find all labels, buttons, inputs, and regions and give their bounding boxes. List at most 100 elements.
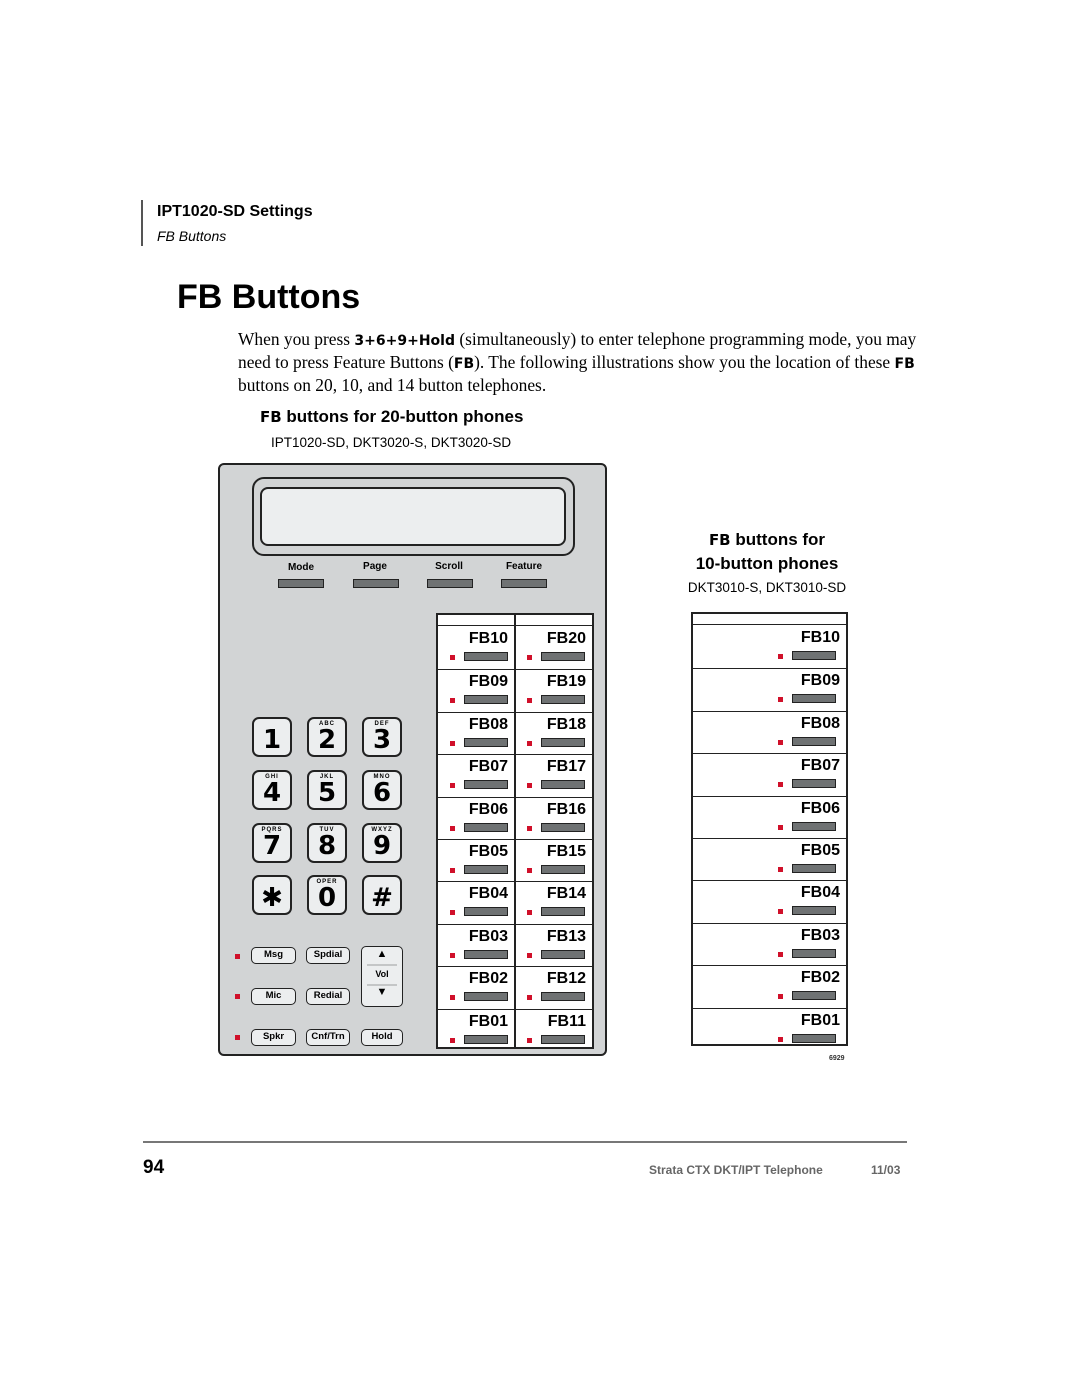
fb-button[interactable] xyxy=(464,780,508,790)
keypad-key[interactable]: PQRS 7 xyxy=(252,823,292,863)
soft-key-page[interactable] xyxy=(353,579,399,588)
fb-cell: FB01 xyxy=(438,1008,514,1051)
fb-led-icon xyxy=(778,654,783,659)
key-sequence: 3+6+9+Hold xyxy=(354,333,455,349)
fb-button[interactable] xyxy=(541,652,585,661)
keypad-key[interactable]: TUV 8 xyxy=(307,823,347,863)
fb-button[interactable] xyxy=(792,864,836,873)
fb-cell: FB16 xyxy=(516,796,592,839)
fb-button[interactable] xyxy=(464,992,508,1002)
fb-cell: FB17 xyxy=(516,754,592,796)
fb-label: FB08 xyxy=(800,714,840,732)
fb-cell: FB08 xyxy=(693,710,846,753)
keypad-key[interactable]: # xyxy=(362,875,402,915)
fb-cell: FB04 xyxy=(693,880,846,922)
keypad-key[interactable]: ABC 2 xyxy=(307,717,347,757)
fb-button[interactable] xyxy=(464,949,508,959)
fb-button[interactable] xyxy=(541,992,585,1002)
fb-led-icon xyxy=(778,951,783,957)
fb-button[interactable] xyxy=(541,737,585,747)
fb-label: FB02 xyxy=(468,970,508,988)
hold-button[interactable]: Hold xyxy=(361,1029,403,1046)
fb-button[interactable] xyxy=(541,949,585,959)
fb-led-icon xyxy=(450,995,455,1001)
fb-cell: FB10 xyxy=(438,627,514,669)
fb-button[interactable] xyxy=(792,1033,836,1043)
keypad-key[interactable]: DEF 3 xyxy=(362,717,402,757)
fb-column: FB10 FB09 FB08 FB07 FB06 FB05 FB04 FB03 FB02 FB01 xyxy=(693,626,846,1044)
redial-button[interactable]: Redial xyxy=(306,988,350,1005)
fb-button[interactable] xyxy=(792,651,836,660)
fb-button[interactable] xyxy=(541,865,585,874)
fb-button[interactable] xyxy=(792,948,836,958)
fb-label: FB02 xyxy=(800,969,840,987)
spdial-button[interactable]: Spdial xyxy=(306,947,350,964)
keypad-key[interactable]: 1 xyxy=(252,717,292,757)
fb-led-icon xyxy=(450,825,455,831)
volume-rocker[interactable]: ▲ Vol ▼ xyxy=(361,946,403,1007)
fb-cell: FB18 xyxy=(516,711,592,754)
fb-led-icon xyxy=(778,909,783,915)
fb-cell: FB07 xyxy=(438,754,514,796)
fb-button[interactable] xyxy=(464,822,508,832)
lcd-bezel xyxy=(252,477,575,556)
fb-cell: FB08 xyxy=(438,711,514,754)
figure-20-models: IPT1020-SD, DKT3020-S, DKT3020-SD xyxy=(271,435,512,450)
fb-led-icon xyxy=(450,740,455,746)
keypad-key[interactable]: JKL 5 xyxy=(307,770,347,810)
phone-20-button-illustration: Mode Page Scroll Feature 1 ABC 2 DEF 3 GHI 4 JK… xyxy=(218,463,607,1056)
spkr-button[interactable]: Spkr xyxy=(251,1029,296,1046)
keypad-key[interactable]: OPER 0 xyxy=(307,875,347,915)
fb-button[interactable] xyxy=(464,1034,508,1044)
fb-button[interactable] xyxy=(541,695,585,705)
fb-button[interactable] xyxy=(464,907,508,917)
fb-button[interactable] xyxy=(792,906,836,916)
fb-button-grid-20: FB10 FB09 FB08 FB07 FB06 FB05 FB04 FB03 FB02 FB01… xyxy=(436,613,594,1049)
fb-cell: FB04 xyxy=(438,881,514,923)
fb-label: FB05 xyxy=(468,843,508,860)
fb-button[interactable] xyxy=(792,991,836,1001)
fb-button[interactable] xyxy=(464,652,508,661)
fb-button[interactable] xyxy=(541,907,585,917)
keypad-key[interactable]: GHI 4 xyxy=(252,770,292,810)
fb-button[interactable] xyxy=(792,821,836,831)
volume-up-icon[interactable]: ▲ xyxy=(362,948,402,960)
soft-key-mode[interactable] xyxy=(278,579,324,588)
mic-button[interactable]: Mic xyxy=(251,988,296,1005)
fb-led-icon xyxy=(778,994,783,1000)
fb-button[interactable] xyxy=(541,822,585,832)
keypad-key-digit: 7 xyxy=(262,831,282,861)
keypad-key[interactable]: MNO 6 xyxy=(362,770,402,810)
fb-label: FB01 xyxy=(468,1012,508,1030)
fb-led-icon xyxy=(450,655,455,660)
fb-button[interactable] xyxy=(792,736,836,746)
fb-button[interactable] xyxy=(792,779,836,789)
figure-20-heading-text: buttons for 20-button phones xyxy=(281,407,524,426)
soft-key-label-mode: Mode xyxy=(287,562,315,573)
volume-label: Vol xyxy=(375,969,389,979)
volume-down-icon[interactable]: ▼ xyxy=(362,986,402,998)
fb-button[interactable] xyxy=(541,780,585,790)
fb-cell: FB09 xyxy=(693,668,846,710)
fb-cell: FB05 xyxy=(693,838,846,880)
fb-button[interactable] xyxy=(464,695,508,705)
keypad-key[interactable]: WXYZ 9 xyxy=(362,823,402,863)
figure-id: 6929 xyxy=(829,1055,845,1062)
msg-button[interactable]: Msg xyxy=(251,947,296,964)
soft-key-scroll[interactable] xyxy=(427,579,473,588)
soft-key-feature[interactable] xyxy=(501,579,547,588)
fb-label: FB10 xyxy=(468,630,508,647)
fb-button[interactable] xyxy=(464,737,508,747)
fb-button[interactable] xyxy=(792,694,836,704)
figure-10-models: DKT3010-S, DKT3010-SD xyxy=(687,580,847,595)
cnf-trn-button[interactable]: Cnf/Trn xyxy=(306,1029,350,1046)
fb-button[interactable] xyxy=(541,1034,585,1044)
fb-label: FB03 xyxy=(468,927,508,945)
fb-cell: FB19 xyxy=(516,669,592,711)
fb-button[interactable] xyxy=(464,865,508,874)
keypad-key[interactable]: ✱ xyxy=(252,875,292,915)
fb-cell: FB05 xyxy=(438,839,514,881)
fb-led-icon xyxy=(527,698,532,704)
fb-label: FB18 xyxy=(546,715,586,733)
keypad-key-digit: ✱ xyxy=(261,883,283,913)
